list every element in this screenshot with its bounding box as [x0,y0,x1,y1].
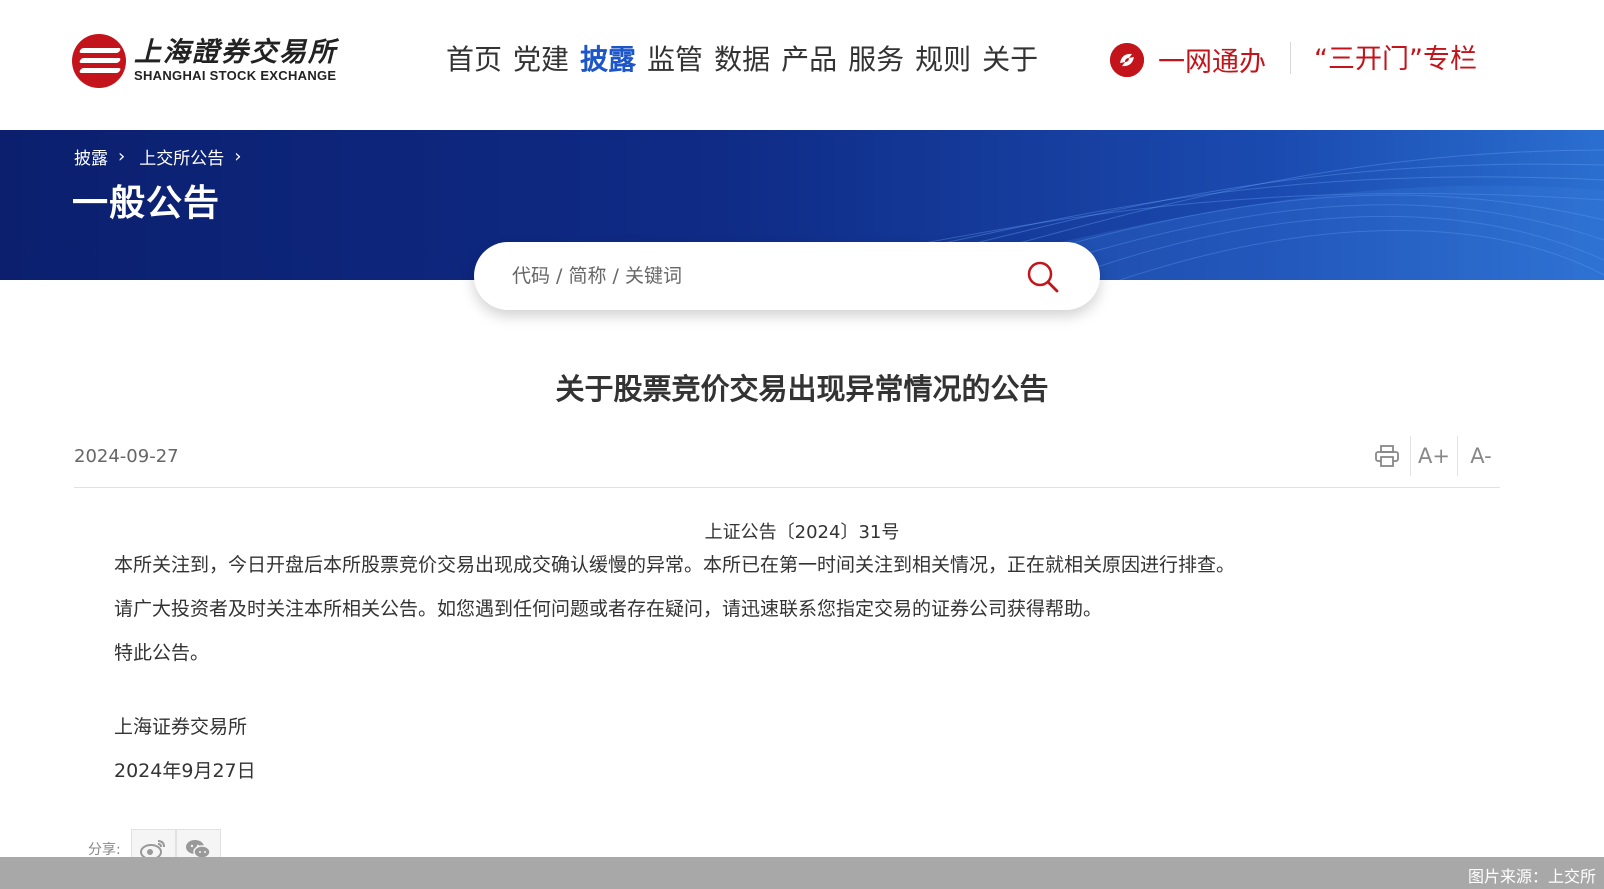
nav-services[interactable]: 服务 [848,40,904,80]
header-divider [1290,42,1291,74]
breadcrumb: 披露 › 上交所公告 › [74,144,255,169]
paragraph-3: 特此公告。 [114,642,210,664]
font-increase-button[interactable]: A+ [1411,436,1457,476]
header-rule [74,487,1500,488]
nav-home[interactable]: 首页 [446,40,502,80]
printer-icon[interactable] [1364,436,1410,476]
breadcrumb-disclosure[interactable]: 披露 [74,144,108,169]
one-stop-service-link[interactable]: 一网通办 [1110,40,1266,79]
image-source-caption: 图片来源：上交所 [1467,867,1596,886]
logo-english-name: SHANGHAI STOCK EXCHANGE [134,68,337,83]
sign-date: 2024年9月27日 [114,760,256,782]
three-doors-column-link[interactable]: “三开门”专栏 [1314,40,1477,80]
site-header: 上海證券交易所 SHANGHAI STOCK EXCHANGE 首页 党建 披露… [0,0,1604,130]
nav-disclosure[interactable]: 披露 [580,40,636,80]
article-tools: A+ A- [1364,436,1504,476]
article-title: 关于股票竞价交易出现异常情况的公告 [555,372,1049,406]
image-source-bar: 图片来源：上交所 [0,857,1604,889]
search-input[interactable] [512,258,992,294]
logo-text: 上海證券交易所 SHANGHAI STOCK EXCHANGE [134,38,337,84]
nav-about[interactable]: 关于 [982,40,1038,80]
sse-logo[interactable]: 上海證券交易所 SHANGHAI STOCK EXCHANGE [72,34,337,88]
main-nav: 首页 党建 披露 监管 数据 产品 服务 规则 关于 [446,40,1049,80]
one-stop-service-icon [1110,42,1144,77]
breadcrumb-sse-announcements[interactable]: 上交所公告 [139,144,224,169]
page-title: 一般公告 [72,183,221,224]
signature: 上海证券交易所 [114,716,248,738]
paragraph-1: 本所关注到，今日开盘后本所股票竞价交易出现成交确认缓慢的异常。本所已在第一时间关… [114,554,1236,576]
publish-date: 2024-09-27 [74,446,179,467]
nav-supervision[interactable]: 监管 [647,40,703,80]
search-icon[interactable] [1026,260,1060,294]
document-number: 上证公告〔2024〕31号 [704,522,900,543]
sse-logo-mark [72,34,126,88]
share-label: 分享: [88,842,121,858]
nav-products[interactable]: 产品 [781,40,837,80]
chevron-right-icon: › [234,146,242,167]
nav-data[interactable]: 数据 [714,40,770,80]
search-box [474,242,1100,310]
nav-rules[interactable]: 规则 [915,40,971,80]
nav-party[interactable]: 党建 [513,40,569,80]
font-decrease-button[interactable]: A- [1458,436,1504,476]
logo-chinese-name: 上海證券交易所 [134,37,337,68]
paragraph-2: 请广大投资者及时关注本所相关公告。如您遇到任何问题或者存在疑问，请迅速联系您指定… [114,598,1103,620]
one-stop-service-label: 一网通办 [1158,47,1266,78]
chevron-right-icon: › [118,146,126,167]
